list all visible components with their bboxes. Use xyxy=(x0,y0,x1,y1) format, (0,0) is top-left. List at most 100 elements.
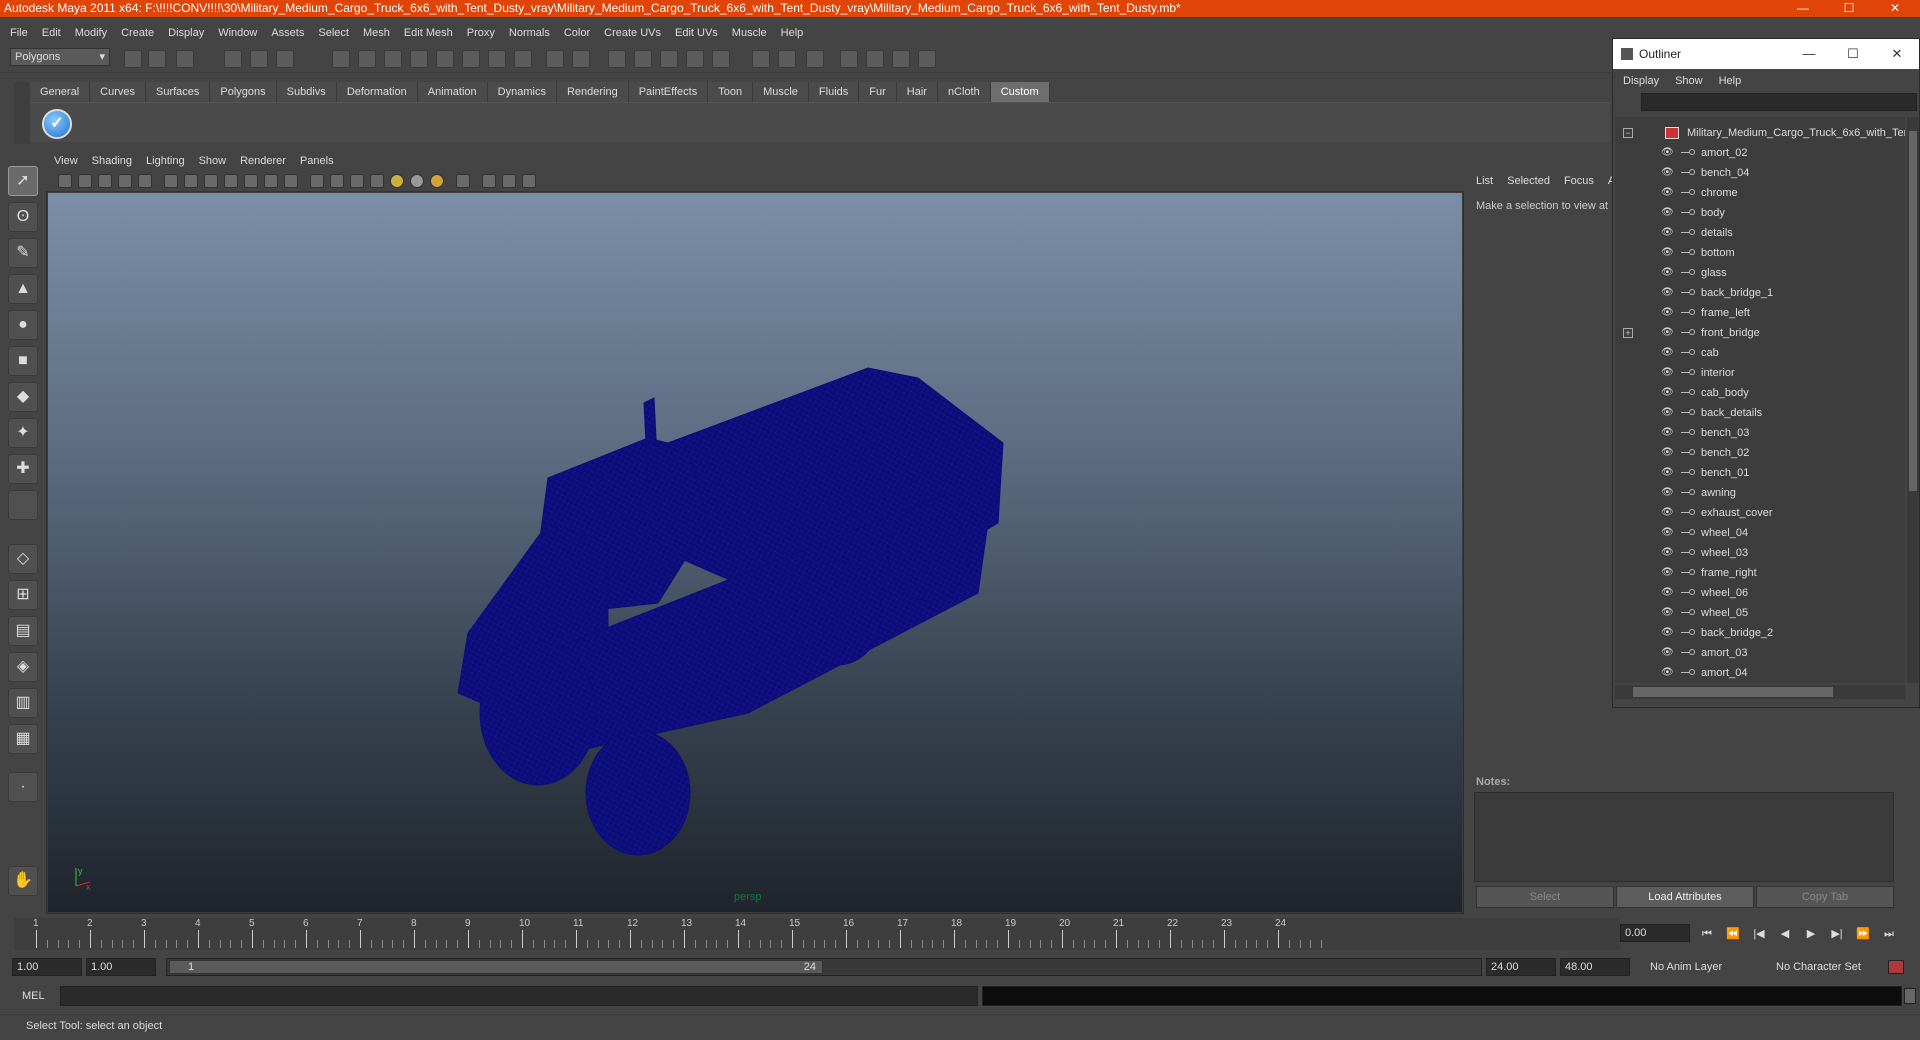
outliner-item[interactable]: 👁 wheel_03 xyxy=(1615,543,1905,563)
ae-tab-selected[interactable]: Selected xyxy=(1507,175,1550,187)
outliner-menu-show[interactable]: Show xyxy=(1675,75,1703,87)
shelf-tab-surfaces[interactable]: Surfaces xyxy=(145,82,211,102)
mel-label[interactable]: MEL xyxy=(22,990,45,1002)
xray-icon[interactable] xyxy=(482,174,496,188)
outliner-item[interactable]: 👁 bench_02 xyxy=(1615,443,1905,463)
outliner-item[interactable]: 👁 chrome xyxy=(1615,183,1905,203)
outliner-horizontal-scrollbar[interactable] xyxy=(1615,685,1905,699)
copy-tab-button[interactable]: Copy Tab xyxy=(1756,886,1894,908)
outliner-menu-display[interactable]: Display xyxy=(1623,75,1659,87)
perspective-viewport[interactable] xyxy=(48,193,1462,912)
menu-mesh[interactable]: Mesh xyxy=(357,27,398,39)
snap-point-icon[interactable] xyxy=(384,50,402,68)
tool-settings-toggle-icon[interactable] xyxy=(778,50,796,68)
step-forward-key-button[interactable]: ⏩ xyxy=(1852,925,1874,943)
outliner-item[interactable]: 👁 wheel_04 xyxy=(1615,523,1905,543)
outliner-vertical-scroll-thumb[interactable] xyxy=(1909,131,1917,491)
menu-create[interactable]: Create xyxy=(115,27,162,39)
outliner-item[interactable]: 👁 amort_04 xyxy=(1615,663,1905,683)
menu-edit[interactable]: Edit xyxy=(36,27,69,39)
scale-tool-icon[interactable]: ■ xyxy=(8,346,38,376)
menu-proxy[interactable]: Proxy xyxy=(461,27,503,39)
layout-options-icon[interactable]: · xyxy=(8,772,38,802)
resolution-gate-icon[interactable] xyxy=(204,174,218,188)
select-object-icon[interactable] xyxy=(250,50,268,68)
shadows-icon[interactable] xyxy=(430,174,444,188)
render-region-icon[interactable] xyxy=(712,50,730,68)
outliner-item[interactable]: 👁 back_bridge_1 xyxy=(1615,283,1905,303)
go-to-start-button[interactable]: ⏮ xyxy=(1696,925,1718,943)
soft-mod-tool-icon[interactable]: ✦ xyxy=(8,418,38,448)
shelf-tab-hair[interactable]: Hair xyxy=(896,82,938,102)
animation-start-field[interactable]: 1.00 xyxy=(12,958,82,976)
outliner-item[interactable]: 👁 cab_body xyxy=(1615,383,1905,403)
camera-select-icon[interactable] xyxy=(58,174,72,188)
outliner-item[interactable]: 👁 frame_right xyxy=(1615,563,1905,583)
hypershade-persp-layout-icon[interactable]: ▥ xyxy=(8,688,38,718)
outliner-item[interactable]: 👁 exhaust_cover xyxy=(1615,503,1905,523)
ae-select-button[interactable]: Select xyxy=(1476,886,1614,908)
last-tool-icon[interactable] xyxy=(8,490,38,520)
animation-end-field[interactable]: 48.00 xyxy=(1560,958,1630,976)
playback-end-field[interactable]: 24.00 xyxy=(1486,958,1556,976)
maximize-button[interactable]: ☐ xyxy=(1826,0,1872,17)
shelf-tab-ncloth[interactable]: nCloth xyxy=(937,82,991,102)
step-forward-frame-button[interactable]: ▶| xyxy=(1826,925,1848,943)
manipulator-tool-icon[interactable]: ◆ xyxy=(8,382,38,412)
close-button[interactable]: ✕ xyxy=(1872,0,1918,17)
lasso-tool-icon[interactable]: ʘ xyxy=(8,202,38,232)
textured-icon[interactable] xyxy=(370,174,384,188)
menu-help[interactable]: Help xyxy=(775,27,812,39)
snap-grid-icon[interactable] xyxy=(332,50,350,68)
outliner-item[interactable]: 👁 glass xyxy=(1615,263,1905,283)
open-scene-icon[interactable] xyxy=(148,50,166,68)
range-slider-thumb[interactable]: 1 24 xyxy=(169,960,823,974)
quick-layout-icon[interactable]: ✋ xyxy=(8,866,38,896)
shelf-tab-dynamics[interactable]: Dynamics xyxy=(487,82,557,102)
render-view-icon[interactable] xyxy=(892,50,910,68)
shelf-tab-custom[interactable]: Custom xyxy=(990,82,1050,102)
move-tool-icon[interactable]: ▲ xyxy=(8,274,38,304)
two-d-pan-icon[interactable] xyxy=(138,174,152,188)
viewport-menu-shading[interactable]: Shading xyxy=(92,155,132,167)
menu-normals[interactable]: Normals xyxy=(503,27,558,39)
graph-persp-layout-icon[interactable]: ◈ xyxy=(8,652,38,682)
load-attributes-button[interactable]: Load Attributes xyxy=(1616,886,1754,908)
outliner-vertical-scrollbar[interactable] xyxy=(1907,117,1919,683)
four-view-layout-icon[interactable]: ⊞ xyxy=(8,580,38,610)
checkmark-shelf-icon[interactable]: ✓ xyxy=(42,109,72,139)
outliner-item[interactable]: 👁 bottom xyxy=(1615,243,1905,263)
render-settings-icon[interactable] xyxy=(660,50,678,68)
camera-attributes-icon[interactable] xyxy=(78,174,92,188)
show-manipulator-icon[interactable]: ✚ xyxy=(8,454,38,484)
viewport-menu-show[interactable]: Show xyxy=(199,155,227,167)
play-forward-button[interactable]: ▶ xyxy=(1800,925,1822,943)
viewport-menu-renderer[interactable]: Renderer xyxy=(240,155,286,167)
notes-textarea[interactable] xyxy=(1474,792,1894,882)
time-slider[interactable]: 1 2 3 4 5 6 7 8 9 10 11 12 13 14 15 16 17 18 19 20 21 22 23 24 xyxy=(14,918,1620,950)
anim-layer-dropdown[interactable]: No Anim Layer xyxy=(1644,958,1766,976)
collapse-icon[interactable]: − xyxy=(1623,128,1633,138)
outliner-filter-input[interactable] xyxy=(1641,93,1917,111)
menu-file[interactable]: File xyxy=(4,27,36,39)
high-quality-icon[interactable] xyxy=(522,174,536,188)
expand-icon[interactable]: + xyxy=(1623,328,1633,338)
shelf-tab-polygons[interactable]: Polygons xyxy=(210,82,277,102)
snap-curve-icon[interactable] xyxy=(358,50,376,68)
playback-start-field[interactable]: 1.00 xyxy=(86,958,156,976)
outliner-item[interactable]: 👁 body xyxy=(1615,203,1905,223)
outliner-menu-help[interactable]: Help xyxy=(1719,75,1742,87)
outliner-item[interactable]: 👁 amort_03 xyxy=(1615,643,1905,663)
shelf-tab-muscle[interactable]: Muscle xyxy=(753,82,809,102)
ipr-render-icon[interactable] xyxy=(634,50,652,68)
script-editor-icon[interactable] xyxy=(1904,988,1916,1004)
paint-select-tool-icon[interactable]: ✎ xyxy=(8,238,38,268)
outliner-item[interactable]: 👁 bench_03 xyxy=(1615,423,1905,443)
all-lights-icon[interactable] xyxy=(410,174,424,188)
outliner-item[interactable]: + 👁 front_bridge xyxy=(1615,323,1905,343)
menu-muscle[interactable]: Muscle xyxy=(726,27,775,39)
bookmark-icon[interactable] xyxy=(98,174,112,188)
isolate-select-icon[interactable] xyxy=(456,174,470,188)
save-scene-icon[interactable] xyxy=(176,50,194,68)
render-frame-icon[interactable] xyxy=(608,50,626,68)
